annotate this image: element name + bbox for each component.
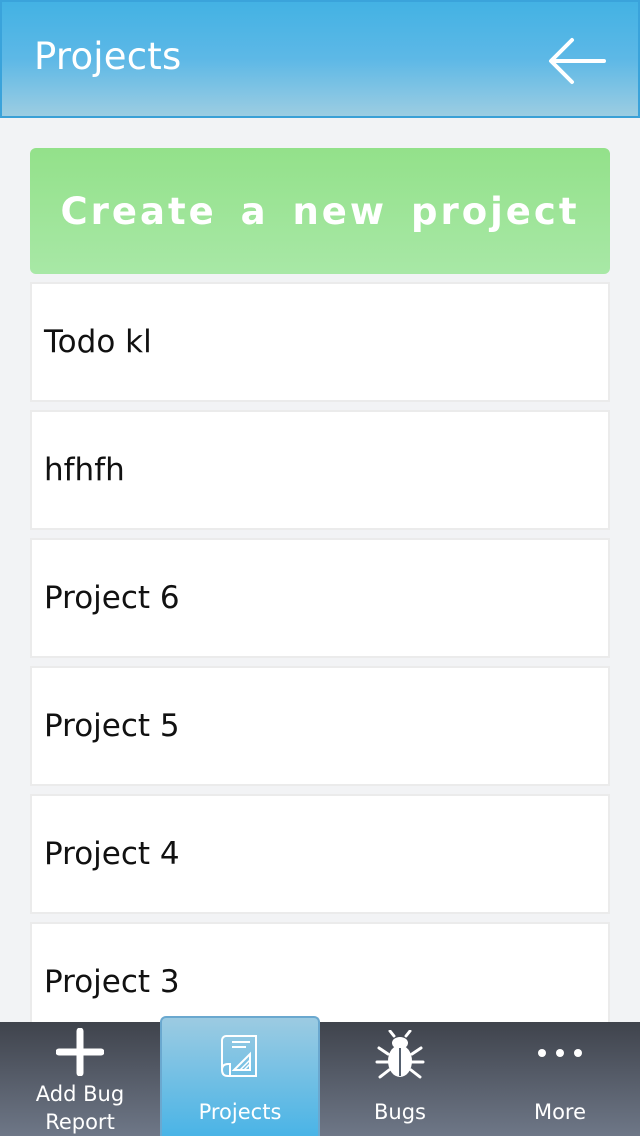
create-project-button[interactable]: Create a new project [30,148,610,274]
arrow-left-icon [549,38,606,84]
app-header: Projects [0,0,640,118]
tab-label: Projects [198,1100,282,1124]
tab-label: Bugs [374,1100,426,1124]
tab-projects[interactable]: Projects [160,1016,320,1136]
tab-add-bug-report[interactable]: Add Bug Report [0,1022,160,1136]
tab-more[interactable]: More [480,1022,640,1136]
project-item-project-4[interactable]: Project 4 [30,794,610,914]
bug-icon [375,1030,425,1079]
more-dots-icon [538,1049,582,1057]
tab-label: More [533,1100,587,1124]
project-list: Todo kl hfhfh Project 6 Project 5 Projec… [30,282,610,1050]
plus-icon [56,1028,104,1076]
project-item-project-6[interactable]: Project 6 [30,538,610,658]
project-item-hfhfh[interactable]: hfhfh [30,410,610,530]
blueprint-icon [221,1035,257,1077]
tab-bugs[interactable]: Bugs [320,1022,480,1136]
bottom-tab-bar: Add Bug Report Projects Bugs More [0,1016,640,1136]
back-button[interactable] [542,32,610,90]
tab-label: Add Bug Report [35,1082,125,1134]
page-title: Projects [34,35,182,78]
project-item-todo-kl[interactable]: Todo kl [30,282,610,402]
project-item-project-5[interactable]: Project 5 [30,666,610,786]
